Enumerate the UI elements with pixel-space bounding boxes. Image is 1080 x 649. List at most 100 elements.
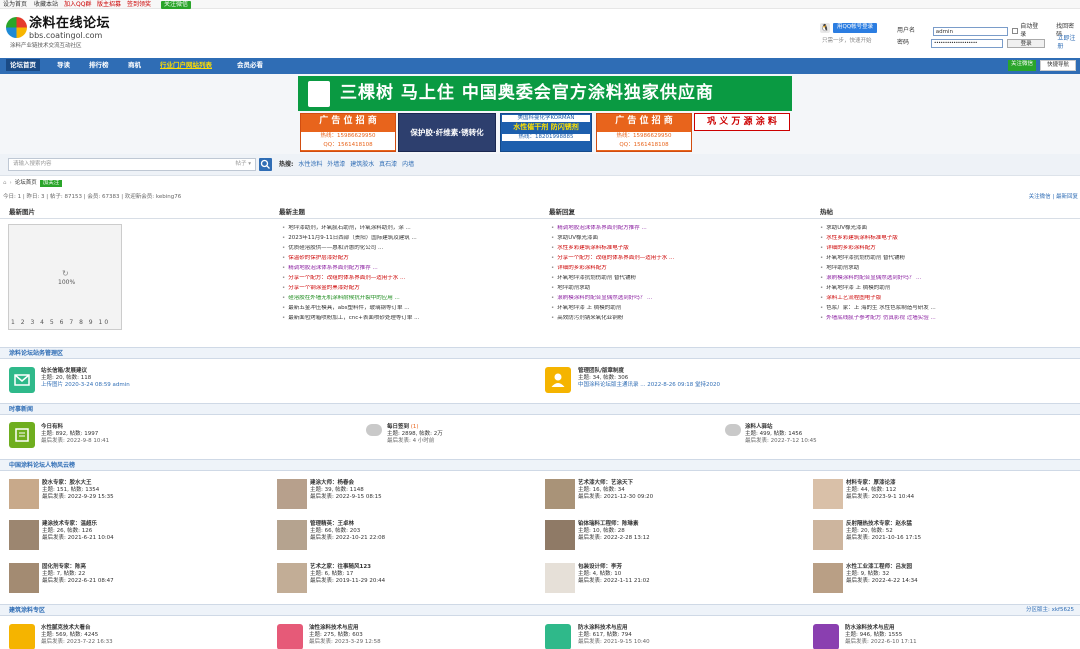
ad-box-4[interactable]: 广 告 位 招 商 热线：15986629950 QQ：1561418108 <box>596 113 692 152</box>
ad-box-3[interactable]: 美国科曼化学KORMAN 水性催干剂 防闪锈剂 热线：18201998885 <box>500 113 592 152</box>
topic-link[interactable]: 水性乡彩建筑涂料标准电子版 <box>820 235 1075 245</box>
qq-login-button[interactable]: 用QQ帐号登录 <box>833 23 878 33</box>
favorite-link[interactable]: 收藏本站 <box>34 1 58 9</box>
section-header-people[interactable]: 中国涂料论坛人物风云榜 <box>0 459 1080 471</box>
hot-keyword[interactable]: 水性涂料 <box>298 161 322 168</box>
wechat-follow-button[interactable]: 关注微信 <box>161 1 192 9</box>
topic-link[interactable]: 分享一个配方：改组的体系界面剂—适用于水 ... <box>282 275 547 285</box>
topic-link[interactable]: 最新面包烤箱喷粉加工，cnc+表面喷砂处理等订单 ... <box>282 315 547 325</box>
register-link[interactable]: 立即注册 <box>1057 35 1080 51</box>
person-last: 最后发表: 2022-9-29 15:35 <box>42 494 114 501</box>
forum-last-post[interactable]: 中国涂料论坛版主通讯录 ... 2022-8-26 09:18 堂持2020 <box>578 382 720 389</box>
home-icon[interactable]: ⌂ <box>3 180 7 187</box>
topic-link[interactable]: 求助UV橡光漆面 <box>820 225 1075 235</box>
avatar[interactable] <box>545 520 575 550</box>
signin-link[interactable]: 签到领奖 <box>127 1 151 9</box>
section-moderator[interactable]: 分区版主: xkf5625 <box>1026 607 1074 614</box>
quick-nav-dropdown[interactable]: 快捷导航 <box>1039 60 1076 72</box>
nav-home[interactable]: 论坛首页 <box>6 59 40 72</box>
col-latest-pics: 最新图片 <box>9 208 35 216</box>
topic-link[interactable]: 滚刷模涂料的配合显偶然选到好吗？ ... <box>551 295 816 305</box>
login-button[interactable]: 登录 <box>1006 38 1046 48</box>
topic-link[interactable]: 滚刷模涂料的配合显偶然选到好吗？ ... <box>820 275 1075 285</box>
nav-portals[interactable]: 行业门户网站列表 <box>160 61 212 69</box>
hot-keyword[interactable]: 建筑胶水 <box>350 161 374 168</box>
book-icon[interactable] <box>9 422 35 448</box>
nav-guide[interactable]: 导读 <box>57 61 70 69</box>
topic-link[interactable]: 地坪漆助剂，环氧腻石助剂，环氧涂料助剂，涂 ... <box>282 225 547 235</box>
avatar[interactable] <box>813 479 843 509</box>
avatar[interactable] <box>545 563 575 593</box>
avatar[interactable] <box>813 563 843 593</box>
avatar[interactable] <box>277 563 307 593</box>
user-icon[interactable] <box>545 367 571 393</box>
topic-link[interactable]: 详细的乡彩涂料配方 <box>551 265 816 275</box>
auto-login-checkbox[interactable] <box>1012 28 1019 34</box>
topic-link[interactable]: 环氧地坪漆 上 稠模的助剂 <box>551 305 816 315</box>
hot-keyword[interactable]: 内墙 <box>402 161 414 168</box>
avatar[interactable] <box>9 563 39 593</box>
ad-box-1[interactable]: 广 告 位 招 商 热线：15986629950 QQ：1561418108 <box>300 113 396 152</box>
topic-link[interactable]: 水性乡彩建筑涂料标准电子版 <box>551 245 816 255</box>
topic-link[interactable]: 硅溶胶在外墙无机涂料耐候抗开裂中的应用 ... <box>282 295 547 305</box>
topic-link[interactable]: 环氧地坪漆抗划伤助剂 替代铺粉 <box>551 275 816 285</box>
flag-icon[interactable] <box>9 624 35 649</box>
topic-link[interactable]: 地坪助剂求助 <box>820 265 1075 275</box>
avatar[interactable] <box>813 520 843 550</box>
topic-link[interactable]: 涂料工艺流程图电子版 <box>820 295 1075 305</box>
nav-wechat-button[interactable]: 关注微信 <box>1007 60 1036 72</box>
logo-icon[interactable] <box>6 17 27 38</box>
search-type-select[interactable]: 帖子 ▾ <box>235 161 251 168</box>
ad-box-2[interactable]: 保护胶·纤维素·锈转化 <box>398 113 496 152</box>
nav-member-must[interactable]: 会员必看 <box>237 61 263 69</box>
join-qq-link[interactable]: 加入QQ群 <box>64 1 91 9</box>
section-header-admin[interactable]: 涂料论坛站务管理区 <box>0 347 1080 359</box>
topic-link[interactable]: 环氧地坪漆 上 稠模的助剂 <box>820 285 1075 295</box>
avatar[interactable] <box>277 520 307 550</box>
avatar[interactable] <box>277 479 307 509</box>
recruit-link[interactable]: 版主招募 <box>97 1 121 9</box>
stats-right-links[interactable]: 关注微信 | 最新回复 <box>1029 194 1078 201</box>
avatar[interactable] <box>9 520 39 550</box>
topic-link[interactable]: 外墙底线腻子参考配方 仿真影视 过墙实验 ... <box>820 315 1075 325</box>
topic-link[interactable]: 精调地胶泡沫体系界面剂配方推荐 ... <box>551 225 816 235</box>
topic-link[interactable]: 精调地胶泡沫体系界面剂配方推荐 ... <box>282 265 547 275</box>
breadcrumb-home[interactable]: 论坛首页 <box>15 180 37 187</box>
hot-keyword[interactable]: 外墙漆 <box>327 161 345 168</box>
search-input[interactable]: 请输入搜索内容 帖子 ▾ <box>8 158 256 171</box>
ad-box-5[interactable]: 巩 义 万 源 涂 料 <box>694 113 790 131</box>
topic-link[interactable]: 地坪助剂求助 <box>551 285 816 295</box>
password-input[interactable]: •••••••••••••••••••• <box>930 38 1003 48</box>
topic-link[interactable]: 2023年11月9-11日西部（贵阳）国际建筑及建筑 ... <box>282 235 547 245</box>
slide-pager[interactable]: 1 2 3 4 5 6 7 8 9 10 <box>11 319 110 327</box>
image-slideshow[interactable]: ↻ 100% 1 2 3 4 5 6 7 8 9 10 <box>8 224 122 330</box>
search-button[interactable] <box>259 158 272 171</box>
nav-ranking[interactable]: 排行榜 <box>89 61 109 69</box>
topic-link[interactable]: 分享一个配方：改组的体系界面剂—适用于水 ... <box>551 255 816 265</box>
top-banner-ad[interactable]: 三棵树 马上住 中国奥委会官方涂料独家供应商 <box>298 76 792 111</box>
topic-link[interactable]: 分享一个钢涂金的黑漆好配方 <box>282 285 547 295</box>
brush-icon[interactable] <box>277 624 303 649</box>
follow-button[interactable]: 加关注 <box>39 180 63 188</box>
avatar[interactable] <box>9 479 39 509</box>
topic-link[interactable]: 详细的乡彩涂料配方 <box>820 245 1075 255</box>
topic-link[interactable]: 最新五金冲压模具，abs塑料件，玻璃钢等订单 ... <box>282 305 547 315</box>
section-header-news[interactable]: 时事新闻 <box>0 403 1080 415</box>
mail-icon[interactable] <box>9 367 35 393</box>
drop-icon[interactable] <box>813 624 839 649</box>
topic-link[interactable]: 保温砂的保护层漆好配方 <box>282 255 547 265</box>
forum-name[interactable]: 每日签到 <box>387 424 409 430</box>
topic-link[interactable]: 优质硅溶胶供——惠和济惠的化公司 ... <box>282 245 547 255</box>
forum-last-post[interactable]: 上传图片 2020-3-24 08:59 admin <box>41 382 130 389</box>
shield-icon[interactable] <box>545 624 571 649</box>
topic-link[interactable]: 求助UV橡光漆面 <box>551 235 816 245</box>
topic-link[interactable]: 色浆厂家：上 海的生 水性色浆制造与研发 ... <box>820 305 1075 315</box>
topic-link[interactable]: 环氧地坪漆抗划伤助剂 替代铺粉 <box>820 255 1075 265</box>
avatar[interactable] <box>545 479 575 509</box>
section-header-architectural[interactable]: 建筑涂料专区 分区版主: xkf5625 <box>0 604 1080 616</box>
username-input[interactable]: admin <box>932 26 1009 36</box>
topic-link[interactable]: 高效防污剂钠米氧化亚铜粉 <box>551 315 816 325</box>
hot-keyword[interactable]: 真石漆 <box>379 161 397 168</box>
set-homepage-link[interactable]: 设为首页 <box>3 1 27 9</box>
nav-business[interactable]: 商机 <box>128 61 141 69</box>
